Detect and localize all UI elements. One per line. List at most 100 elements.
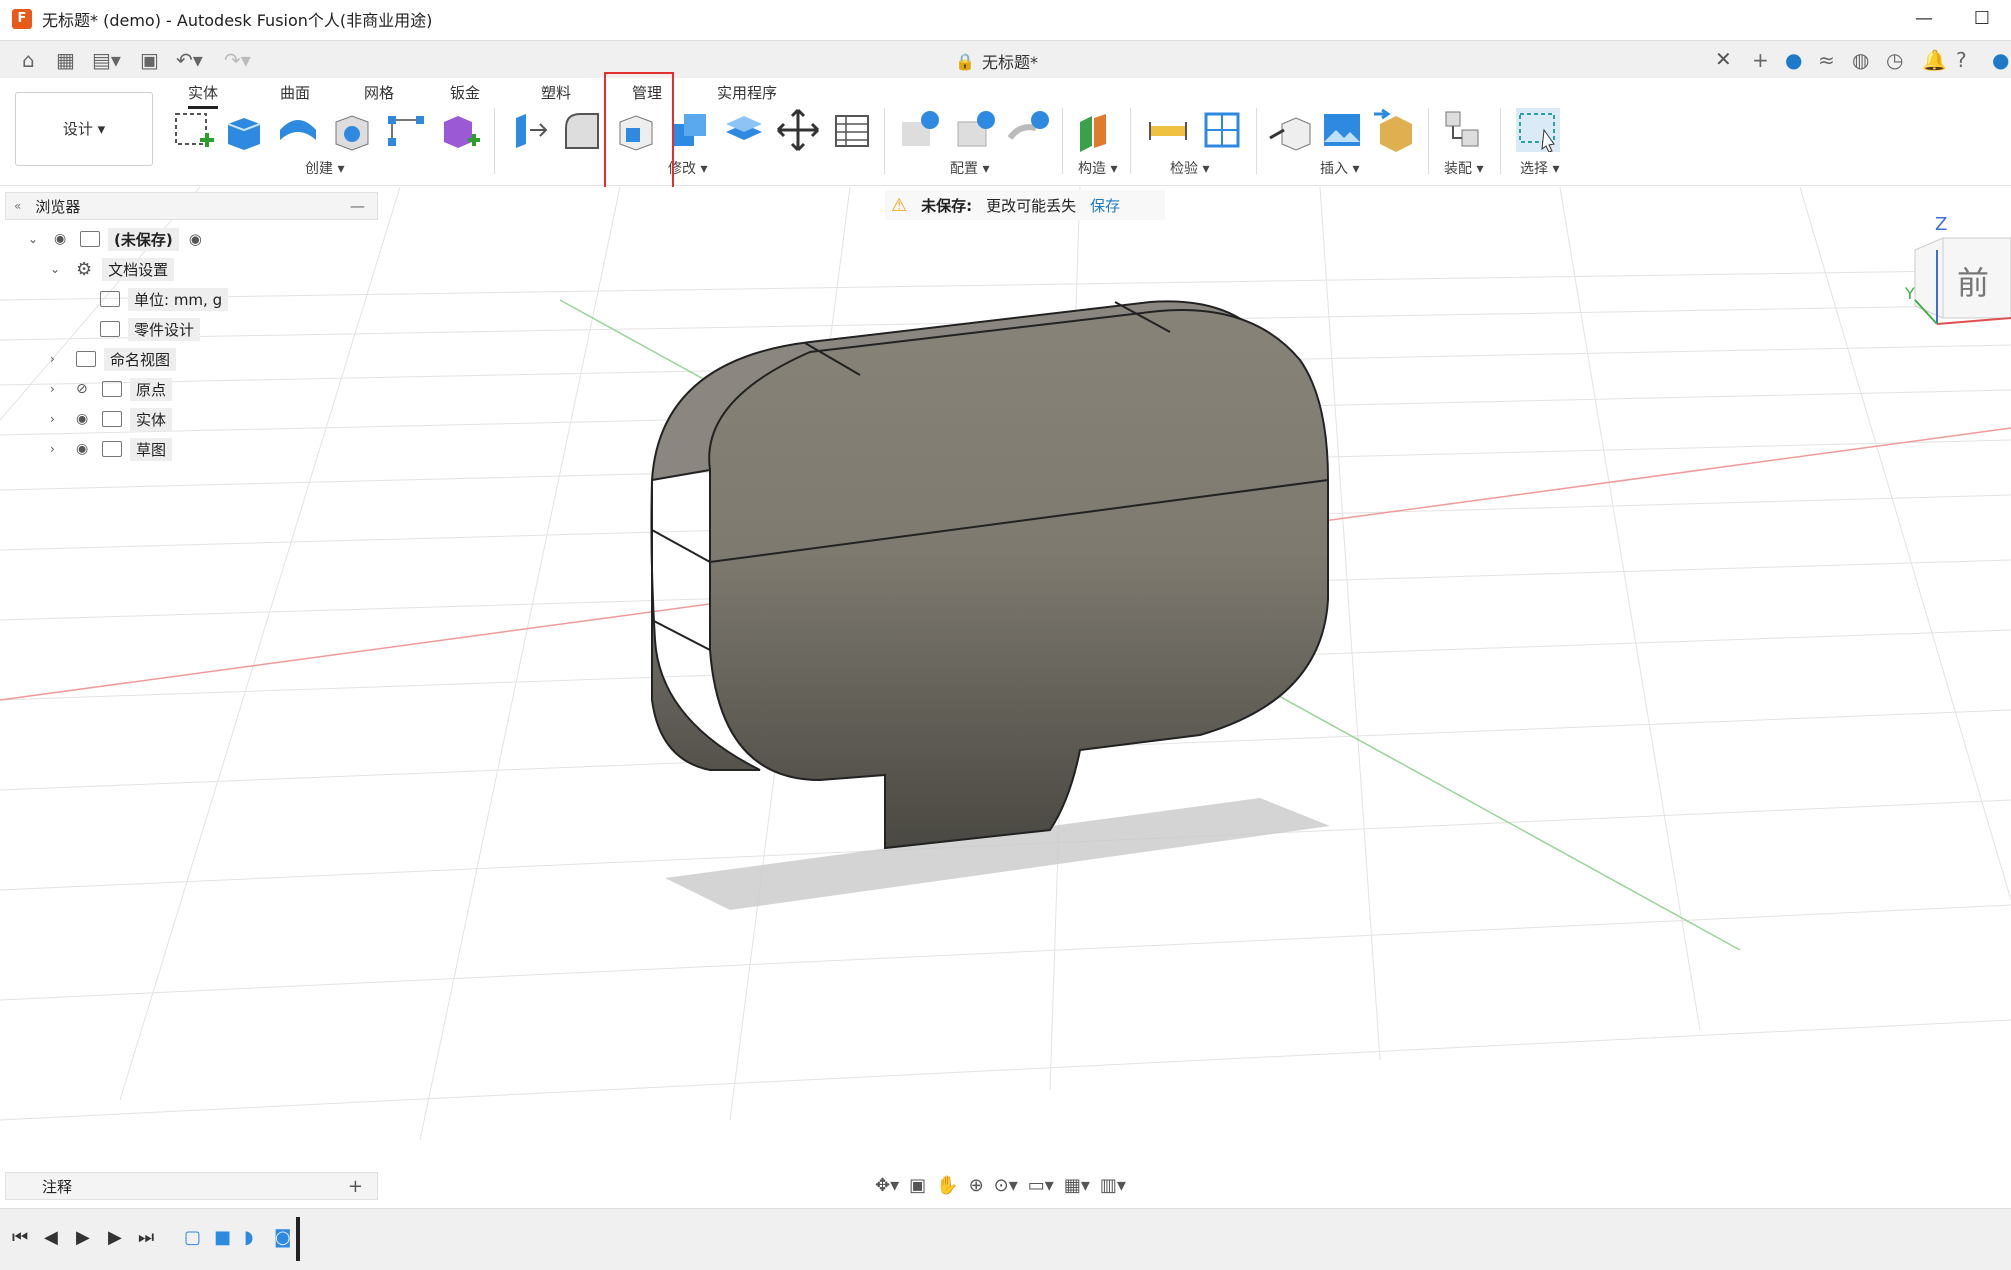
redo-icon[interactable]: ↷▾ [224, 49, 251, 71]
go-to-end-icon[interactable]: ⏭ [138, 1227, 154, 1248]
create-sketch-icon[interactable] [172, 108, 216, 152]
tree-item-part-design[interactable]: 零件设计 [100, 316, 201, 342]
view-cube[interactable]: Z Y 前 [1905, 214, 2011, 330]
close-tab-icon[interactable]: ✕ [1715, 47, 1732, 71]
configure-icon-3[interactable] [1006, 108, 1050, 152]
create-group-label[interactable]: 创建 ▾ [305, 158, 344, 178]
hole-icon[interactable] [330, 108, 374, 152]
chevron-right-icon[interactable]: › [50, 382, 66, 396]
viewport-canvas[interactable] [0, 187, 2011, 1207]
go-to-start-icon[interactable]: ⏮ [12, 1227, 28, 1248]
eye-icon[interactable]: ◉ [76, 441, 96, 457]
chevron-right-icon[interactable]: › [50, 352, 66, 366]
history-icon[interactable]: ◷ [1886, 49, 1903, 71]
tree-item-doc-settings[interactable]: ⌄ ⚙ 文档设置 [50, 256, 175, 282]
section-analysis-icon[interactable] [1200, 108, 1244, 152]
eye-hidden-icon[interactable]: ⊘ [76, 381, 96, 397]
timeline-shell-icon[interactable]: ◙ [274, 1227, 291, 1248]
revolve-icon[interactable] [276, 108, 320, 152]
step-back-icon[interactable]: ◀ [44, 1227, 58, 1248]
look-at-icon[interactable]: ▣ [909, 1175, 926, 1196]
maximize-button[interactable]: ☐ [1953, 0, 2011, 38]
viewcube-front-face[interactable]: 前 [1957, 258, 1989, 304]
construct-group-label[interactable]: 构造 ▾ [1078, 158, 1117, 178]
construct-plane-icon[interactable] [1074, 108, 1118, 152]
timeline-extrude-icon[interactable]: ■ [214, 1227, 231, 1248]
combine-icon[interactable] [668, 108, 712, 152]
extension-icon[interactable]: ● [1785, 49, 1802, 71]
file-icon[interactable]: ▤▾ [92, 49, 121, 71]
insert-derive-icon[interactable] [1268, 108, 1312, 152]
tab-sheet-metal[interactable]: 钣金 [450, 82, 480, 103]
tree-item-origin[interactable]: › ⊘ 原点 [50, 376, 173, 402]
jobs-icon[interactable]: ≈ [1818, 49, 1835, 71]
notifications-icon[interactable]: 🔔 [1922, 49, 1947, 71]
assemble-group-label[interactable]: 装配 ▾ [1444, 158, 1483, 178]
new-component-icon[interactable] [1440, 108, 1484, 152]
timeline-fillet-icon[interactable]: ◗ [244, 1227, 253, 1248]
measure-icon[interactable] [1146, 108, 1190, 152]
play-icon[interactable]: ▶ [76, 1227, 90, 1248]
chevron-down-icon[interactable]: ⌄ [50, 262, 66, 276]
configure-icon-2[interactable] [952, 108, 996, 152]
inspect-group-label[interactable]: 检验 ▾ [1170, 158, 1209, 178]
press-pull-icon[interactable] [508, 108, 552, 152]
save-link[interactable]: 保存 [1090, 195, 1120, 216]
chevron-right-icon[interactable]: › [50, 442, 66, 456]
new-tab-icon[interactable]: + [1752, 49, 1769, 71]
minimize-button[interactable]: — [1895, 0, 1953, 38]
tree-item-units[interactable]: 单位: mm, g [100, 286, 229, 312]
pattern-icon[interactable] [384, 108, 428, 152]
chevron-down-icon[interactable]: ⌄ [28, 232, 44, 246]
pan-icon[interactable]: ✋ [936, 1175, 958, 1196]
orbit-icon[interactable]: ✥▾ [875, 1175, 899, 1196]
fit-icon[interactable]: ⊙▾ [994, 1175, 1018, 1196]
home-icon[interactable]: ⌂ [22, 49, 35, 71]
step-forward-icon[interactable]: ▶ [108, 1227, 122, 1248]
active-radio-icon[interactable]: ◉ [189, 230, 202, 248]
help-icon[interactable]: ? [1956, 49, 1967, 71]
add-comment-button[interactable]: + [348, 1176, 363, 1197]
online-icon[interactable]: ◍ [1852, 49, 1869, 71]
tab-utilities[interactable]: 实用程序 [717, 82, 777, 103]
select-icon[interactable] [1516, 108, 1560, 152]
grid-settings-icon[interactable]: ▦▾ [1064, 1175, 1090, 1196]
speech-bubble-model[interactable] [650, 300, 1329, 850]
insert-canvas-icon[interactable] [1320, 108, 1364, 152]
tree-item-sketches[interactable]: › ◉ 草图 [50, 436, 173, 462]
timeline-marker[interactable] [296, 1217, 300, 1261]
display-settings-icon[interactable]: ▭▾ [1028, 1175, 1054, 1196]
workspace-switcher[interactable]: 设计 ▾ [15, 92, 153, 166]
zoom-icon[interactable]: ⊕ [969, 1175, 984, 1196]
configure-group-label[interactable]: 配置 ▾ [950, 158, 989, 178]
collapse-panel-icon[interactable]: « [14, 199, 21, 213]
select-group-label[interactable]: 选择 ▾ [1520, 158, 1559, 178]
eye-icon[interactable]: ◉ [76, 411, 96, 427]
tab-solid[interactable]: 实体 [188, 82, 219, 109]
create-form-icon[interactable] [438, 108, 482, 152]
tab-surface[interactable]: 曲面 [280, 82, 310, 103]
parameters-icon[interactable] [830, 108, 874, 152]
timeline-sketch-icon[interactable]: ▢ [184, 1227, 201, 1248]
insert-group-label[interactable]: 插入 ▾ [1320, 158, 1359, 178]
offset-face-icon[interactable] [722, 108, 766, 152]
grid-menu-icon[interactable]: ▦ [56, 49, 75, 71]
tab-mesh[interactable]: 网格 [364, 82, 394, 103]
viewports-icon[interactable]: ▥▾ [1100, 1175, 1126, 1196]
move-icon[interactable] [776, 108, 820, 152]
chevron-right-icon[interactable]: › [50, 412, 66, 426]
avatar[interactable]: ● [1992, 49, 2009, 71]
document-tab-title[interactable]: 无标题* [982, 49, 1038, 73]
undo-icon[interactable]: ↶▾ [176, 49, 203, 71]
tree-root[interactable]: ⌄ ◉ (未保存) ◉ [28, 226, 202, 252]
eye-icon[interactable]: ◉ [54, 231, 74, 247]
save-icon[interactable]: ▣ [140, 49, 159, 71]
minimize-browser-icon[interactable]: — [350, 197, 365, 215]
tree-item-bodies[interactable]: › ◉ 实体 [50, 406, 173, 432]
fillet-icon[interactable] [560, 108, 604, 152]
tab-plastic[interactable]: 塑料 [541, 82, 571, 103]
tree-item-named-views[interactable]: › 命名视图 [50, 346, 177, 372]
insert-mesh-icon[interactable] [1372, 108, 1416, 152]
configure-icon-1[interactable] [896, 108, 940, 152]
extrude-icon[interactable] [222, 108, 266, 152]
